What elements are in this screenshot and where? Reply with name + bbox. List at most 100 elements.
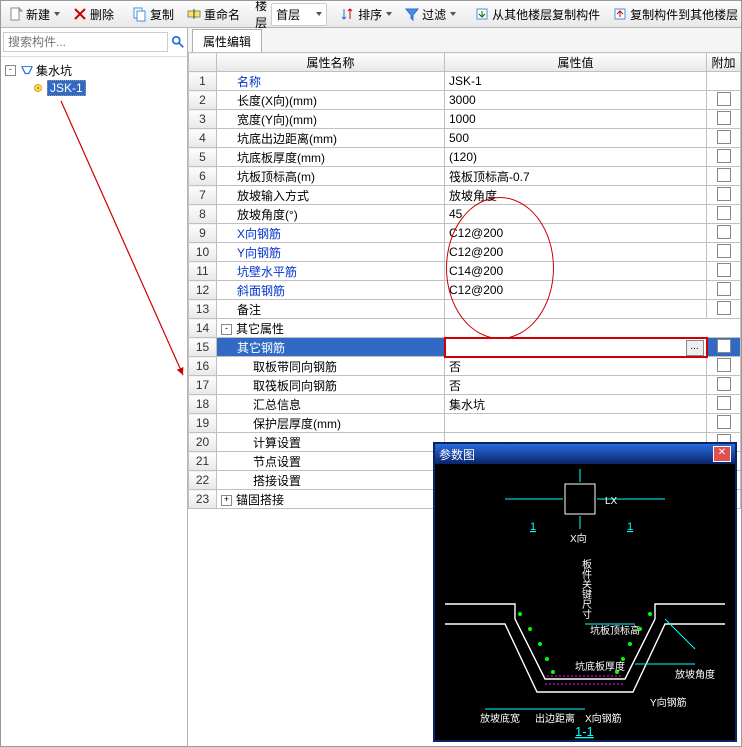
search-input[interactable] <box>3 32 168 52</box>
table-row[interactable]: 7放坡输入方式放坡角度 <box>189 186 741 205</box>
property-value-cell[interactable]: C14@200 <box>445 262 707 281</box>
table-row[interactable]: 19保护层厚度(mm) <box>189 414 741 433</box>
delete-button[interactable]: 删除 <box>67 3 119 26</box>
tree-root[interactable]: - 集水坑 <box>5 61 183 79</box>
table-row[interactable]: 12斜面钢筋C12@200 <box>189 281 741 300</box>
checkbox[interactable] <box>717 377 731 391</box>
property-value-cell[interactable]: 筏板顶标高-0.7 <box>445 167 707 186</box>
svg-text:出边距离: 出边距离 <box>535 712 575 725</box>
table-row[interactable]: 4坑底出边距离(mm)500 <box>189 129 741 148</box>
sort-icon <box>340 6 356 22</box>
table-row[interactable]: 8放坡角度(°)45 <box>189 205 741 224</box>
table-row[interactable]: 17取筏板同向钢筋否 <box>189 376 741 395</box>
table-row[interactable]: 16取板带同向钢筋否 <box>189 357 741 376</box>
property-value-cell[interactable]: 否 <box>445 357 707 376</box>
property-value-cell[interactable] <box>445 319 741 338</box>
extra-cell <box>707 338 741 357</box>
checkbox[interactable] <box>717 168 731 182</box>
checkbox[interactable] <box>717 339 731 353</box>
filter-button[interactable]: 过滤 <box>399 3 461 26</box>
checkbox[interactable] <box>717 301 731 315</box>
tree-child-label: JSK-1 <box>47 80 86 96</box>
more-button[interactable]: ... <box>686 340 704 356</box>
tab-property-edit[interactable]: 属性编辑 <box>192 29 262 53</box>
svg-text:1-1: 1-1 <box>575 724 594 739</box>
property-value-cell[interactable]: ... <box>445 338 707 357</box>
floor-label: 楼层 <box>253 0 269 31</box>
checkbox[interactable] <box>717 149 731 163</box>
tree-child[interactable]: JSK-1 <box>5 79 183 97</box>
checkbox[interactable] <box>717 206 731 220</box>
sort-button[interactable]: 排序 <box>335 3 397 26</box>
table-row[interactable]: 11坑壁水平筋C14@200 <box>189 262 741 281</box>
item-icon <box>31 81 45 95</box>
svg-text:Y向钢筋: Y向钢筋 <box>650 696 687 709</box>
floor-select[interactable]: 首层 <box>271 3 327 26</box>
copy-icon <box>132 6 148 22</box>
header-value: 属性值 <box>445 53 707 72</box>
table-row[interactable]: 6坑板顶标高(m)筏板顶标高-0.7 <box>189 167 741 186</box>
table-row[interactable]: 3宽度(Y向)(mm)1000 <box>189 110 741 129</box>
search-button[interactable] <box>170 32 185 52</box>
checkbox[interactable] <box>717 130 731 144</box>
property-value-cell[interactable]: (120) <box>445 148 707 167</box>
property-value-cell[interactable]: C12@200 <box>445 243 707 262</box>
property-value-cell[interactable]: JSK-1 <box>445 72 707 91</box>
checkbox[interactable] <box>717 358 731 372</box>
header-name: 属性名称 <box>217 53 445 72</box>
property-value-cell[interactable]: 集水坑 <box>445 395 707 414</box>
property-value-cell[interactable]: 3000 <box>445 91 707 110</box>
property-value-cell[interactable] <box>445 414 707 433</box>
filter-icon <box>404 6 420 22</box>
property-value-cell[interactable]: 500 <box>445 129 707 148</box>
chevron-down-icon <box>386 12 392 16</box>
expander-icon[interactable]: - <box>221 324 232 335</box>
popup-titlebar[interactable]: 参数图 ✕ <box>435 444 735 464</box>
table-row[interactable]: 9X向钢筋C12@200 <box>189 224 741 243</box>
property-value-cell[interactable]: 放坡角度 <box>445 186 707 205</box>
svg-text:坑板顶标高: 坑板顶标高 <box>590 624 640 637</box>
checkbox[interactable] <box>717 187 731 201</box>
checkbox[interactable] <box>717 225 731 239</box>
copy-to-floor-button[interactable]: 复制构件到其他楼层 <box>607 3 742 26</box>
property-value-cell[interactable]: C12@200 <box>445 224 707 243</box>
close-button[interactable]: ✕ <box>713 446 731 462</box>
extra-cell <box>707 376 741 395</box>
checkbox[interactable] <box>717 244 731 258</box>
expander-icon[interactable]: + <box>221 495 232 506</box>
new-button[interactable]: 新建 <box>3 3 65 26</box>
copy-from-floor-button[interactable]: 从其他楼层复制构件 <box>469 3 605 26</box>
table-row[interactable]: 1名称JSK-1 <box>189 72 741 91</box>
table-row[interactable]: 15其它钢筋... <box>189 338 741 357</box>
checkbox[interactable] <box>717 111 731 125</box>
copy-label: 复制 <box>150 6 174 23</box>
checkbox[interactable] <box>717 92 731 106</box>
tree-root-label: 集水坑 <box>36 62 72 79</box>
property-value-cell[interactable]: 1000 <box>445 110 707 129</box>
floor-value: 首层 <box>276 6 300 23</box>
checkbox[interactable] <box>717 396 731 410</box>
copy-button[interactable]: 复制 <box>127 3 179 26</box>
table-row[interactable]: 10Y向钢筋C12@200 <box>189 243 741 262</box>
table-row[interactable]: 2长度(X向)(mm)3000 <box>189 91 741 110</box>
extra-cell <box>707 243 741 262</box>
copy-from-icon <box>474 6 490 22</box>
property-value-cell[interactable] <box>445 300 707 319</box>
rename-button[interactable]: 重命名 <box>181 3 245 26</box>
table-row[interactable]: 5坑底板厚度(mm)(120) <box>189 148 741 167</box>
row-number: 11 <box>189 262 217 281</box>
sort-label: 排序 <box>358 6 382 23</box>
table-row[interactable]: 14-其它属性 <box>189 319 741 338</box>
checkbox[interactable] <box>717 415 731 429</box>
table-row[interactable]: 13备注 <box>189 300 741 319</box>
row-number: 18 <box>189 395 217 414</box>
checkbox[interactable] <box>717 282 731 296</box>
collapse-icon[interactable]: - <box>5 65 16 76</box>
property-value-cell[interactable]: C12@200 <box>445 281 707 300</box>
property-value-cell[interactable]: 45 <box>445 205 707 224</box>
copy-to-label: 复制构件到其他楼层 <box>630 6 738 23</box>
table-row[interactable]: 18汇总信息集水坑 <box>189 395 741 414</box>
property-value-cell[interactable]: 否 <box>445 376 707 395</box>
row-number: 3 <box>189 110 217 129</box>
checkbox[interactable] <box>717 263 731 277</box>
